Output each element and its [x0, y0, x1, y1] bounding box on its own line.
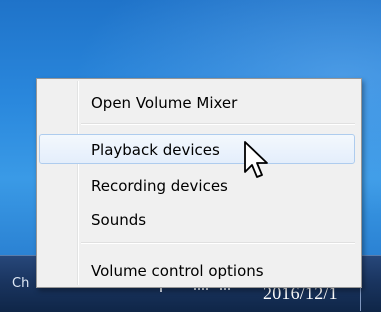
menu-item-label: Open Volume Mixer [91, 94, 238, 112]
menu-item-open-volume-mixer[interactable]: Open Volume Mixer [39, 87, 355, 117]
menu-item-label: Sounds [91, 211, 147, 229]
language-indicator[interactable]: Ch [12, 276, 29, 291]
menu-item-label: Playback devices [91, 141, 220, 159]
menu-item-label: Recording devices [91, 177, 228, 195]
menu-separator [81, 123, 355, 125]
volume-context-menu: Open Volume Mixer Playback devices Recor… [36, 78, 362, 288]
menu-separator [81, 242, 355, 244]
menu-item-recording-devices[interactable]: Recording devices [39, 170, 355, 200]
menu-item-sounds[interactable]: Sounds [39, 204, 355, 234]
menu-item-playback-devices[interactable]: Playback devices [39, 134, 355, 164]
arrow-pointer-icon [244, 141, 268, 178]
menu-item-volume-control-options[interactable]: Volume control options [39, 255, 355, 285]
menu-item-label: Volume control options [91, 262, 264, 280]
